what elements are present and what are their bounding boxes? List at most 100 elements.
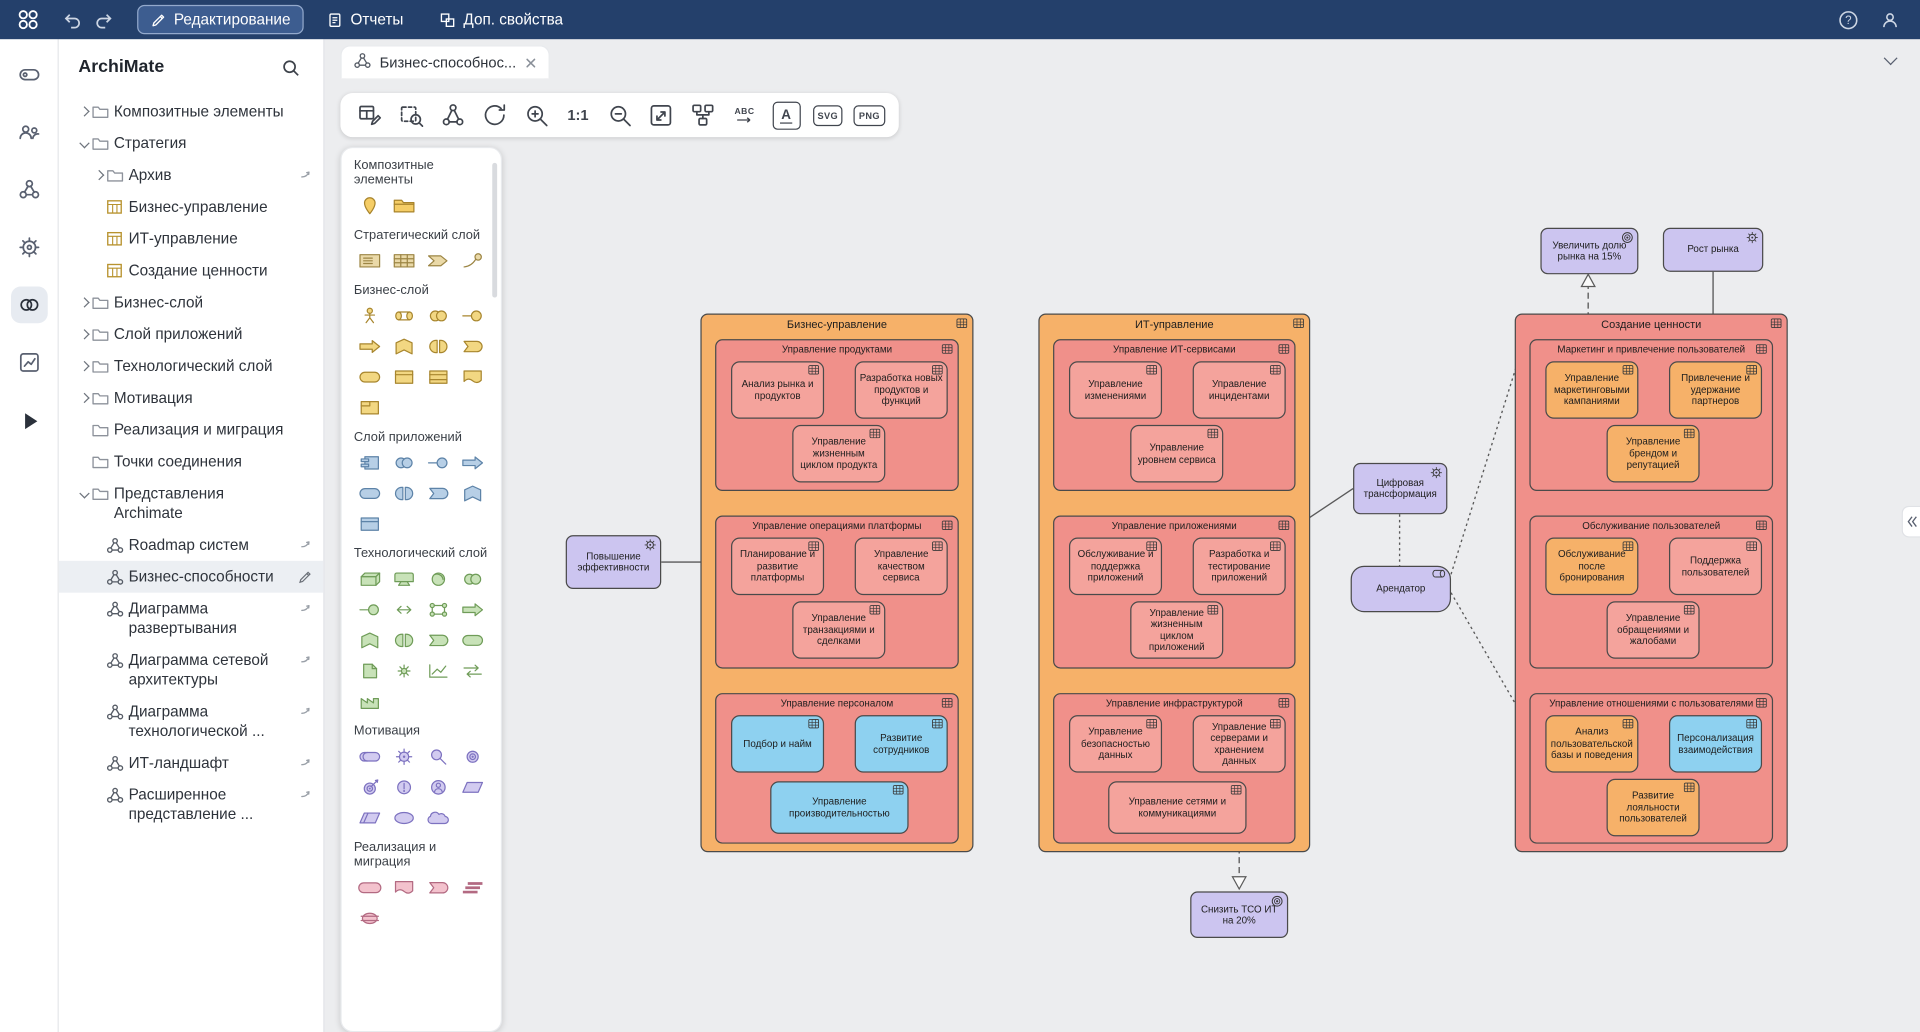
diagram-node[interactable]: Управление брендом и репутацией [1607,425,1700,483]
tree-item-4[interactable]: Бизнес-управление [59,191,323,223]
requirement-icon[interactable] [457,775,489,799]
redo-button[interactable] [88,4,120,36]
chevron-right-icon[interactable] [91,165,107,185]
diagram-subgroup[interactable]: Управление отношениями с пользователямиА… [1529,693,1773,844]
work-package-icon[interactable] [354,876,386,900]
outcome-icon[interactable] [354,775,386,799]
tree-item-17[interactable]: Диаграмма сетевой архитектуры [59,644,323,695]
device-icon[interactable] [388,567,420,591]
zoom-reset-button[interactable]: 1:1 [561,98,595,132]
help-icon[interactable]: ? [1832,4,1864,36]
chevron-right-icon[interactable] [76,102,92,122]
tab-close-icon[interactable] [525,57,536,68]
menu-item-3[interactable]: Доп. свойства [427,5,577,34]
chevron-right-icon[interactable] [76,324,92,344]
app-logo-icon[interactable] [0,0,56,39]
path-icon[interactable] [388,598,420,622]
tree-item-19[interactable]: ИТ-ландшафт [59,747,323,779]
chevron-down-icon[interactable] [76,484,92,504]
diagram-node[interactable]: Управление сетями и коммуникациями [1108,781,1246,834]
application-service-icon[interactable] [354,481,386,505]
application-event-icon[interactable] [422,481,454,505]
tree-item-13[interactable]: Представления Archimate [59,478,323,529]
stakeholder-role-icon[interactable] [422,775,454,799]
diagram-node[interactable]: Привлечение и удержание партнеров [1669,361,1762,419]
technology-interface-icon[interactable] [354,598,386,622]
technology-interaction-icon[interactable] [388,628,420,652]
diagram-node[interactable]: Управление инцидентами [1193,361,1286,419]
diagram-node[interactable]: Разработка и тестирование приложений [1193,538,1286,596]
export-png-button[interactable]: PNG [852,98,886,132]
location-icon[interactable] [354,193,386,217]
search-icon[interactable] [274,51,306,83]
undo-button[interactable] [56,4,88,36]
diagram-subgroup[interactable]: Маркетинг и привлечение пользователейУпр… [1529,339,1773,491]
application-interaction-icon[interactable] [388,481,420,505]
representation-icon[interactable] [457,365,489,389]
diagram-node[interactable]: Разработка новых продуктов и функций [855,361,948,419]
distribution-network-icon[interactable] [457,659,489,683]
hierarchy-button[interactable] [436,98,470,132]
assessment-icon[interactable] [422,744,454,768]
business-service-icon[interactable] [354,365,386,389]
diagram-node[interactable]: Управление уровнем сервиса [1130,425,1223,483]
team-icon[interactable] [10,114,47,151]
driver-icon[interactable] [388,744,420,768]
technology-event-icon[interactable] [422,628,454,652]
spellcheck-button[interactable]: ABC [727,98,761,132]
refresh-button[interactable] [478,98,512,132]
diagram-note[interactable]: Увеличить долю рынка на 15% [1540,228,1638,275]
views-icon[interactable] [10,287,47,324]
stakeholder-icon[interactable] [354,744,386,768]
diagram-node[interactable]: Планирование и развитие платформы [731,538,824,596]
tree-item-12[interactable]: Точки соединения [59,446,323,478]
technology-collaboration-icon[interactable] [457,567,489,591]
meaning-icon[interactable] [422,806,454,830]
frame-search-button[interactable] [394,98,428,132]
technology-function-icon[interactable] [354,628,386,652]
diagram-group[interactable]: Создание ценностиМаркетинг и привлечение… [1515,313,1788,852]
capability-icon[interactable] [388,249,420,273]
diagram-note[interactable]: Арендатор [1351,566,1451,613]
diagram-subgroup[interactable]: Управление продуктамиАнализ рынка и прод… [715,339,959,491]
application-component-icon[interactable] [354,451,386,475]
menu-item-2[interactable]: Отчеты [314,5,417,34]
wheel-icon[interactable] [10,229,47,266]
application-collaboration-icon[interactable] [388,451,420,475]
diagram-note[interactable]: Снизить ТСО ИТ на 20% [1190,891,1288,938]
tags-icon[interactable] [10,56,47,93]
user-icon[interactable] [1873,4,1905,36]
diagram-node[interactable]: Подбор и найм [731,715,824,773]
diagram-node[interactable]: Управление транзакциями и сделками [792,601,885,659]
tree-item-10[interactable]: Мотивация [59,382,323,414]
gap-icon[interactable] [354,906,386,930]
diagram-note[interactable]: Цифровая трансформация [1353,463,1447,514]
facility-icon[interactable] [354,689,386,713]
technology-process-icon[interactable] [457,598,489,622]
diagram-subgroup[interactable]: Управление приложениямиОбслуживание и по… [1053,516,1295,669]
chevron-right-icon[interactable] [76,388,92,408]
diagram-subgroup[interactable]: Управление инфраструктуройУправление без… [1053,693,1295,844]
value-icon[interactable] [388,806,420,830]
tree-item-1[interactable]: Композитные элементы [59,96,323,128]
diagram-node[interactable]: Обслуживание и поддержка приложений [1069,538,1162,596]
chevron-down-icon[interactable] [76,133,92,153]
tree-item-18[interactable]: Диаграмма технологической ... [59,696,323,747]
tree-item-9[interactable]: Технологический слой [59,350,323,382]
application-process-icon[interactable] [457,451,489,475]
tree-item-16[interactable]: Диаграмма развертывания [59,593,323,644]
application-function-icon[interactable] [457,481,489,505]
diagram-subgroup[interactable]: Управление ИТ-сервисамиУправление измене… [1053,339,1295,491]
diagram-node[interactable]: Поддержка пользователей [1669,538,1762,596]
business-interface-icon[interactable] [457,304,489,328]
diagram-group[interactable]: ИТ-управлениеУправление ИТ-сервисамиУпра… [1038,313,1310,852]
diagram-node[interactable]: Управление жизненным циклом продукта [792,425,885,483]
plateau-icon[interactable] [457,876,489,900]
business-process-icon[interactable] [354,334,386,358]
diagram-node[interactable]: Персонализация взаимодействия [1669,715,1762,773]
diagram-subgroup[interactable]: Управление операциями платформыПланирова… [715,516,959,669]
fit-screen-button[interactable] [644,98,678,132]
diagram-group[interactable]: Бизнес-управлениеУправление продуктамиАн… [700,313,973,852]
resource-icon[interactable] [354,249,386,273]
principle-icon[interactable] [388,775,420,799]
